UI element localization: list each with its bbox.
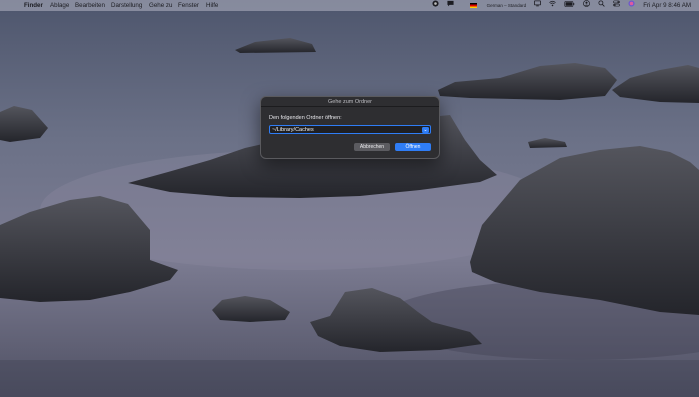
cancel-button[interactable]: Abbrechen bbox=[354, 143, 390, 151]
menu-gehe-zu[interactable]: Gehe zu bbox=[149, 0, 172, 11]
search-icon[interactable] bbox=[598, 0, 605, 11]
german-flag-icon bbox=[469, 3, 477, 9]
folder-path-field[interactable]: ~/Library/Caches ⌄ bbox=[269, 125, 431, 134]
wifi-icon[interactable] bbox=[549, 0, 557, 11]
record-icon[interactable] bbox=[432, 0, 439, 11]
dialog-prompt: Den folgenden Ordner öffnen: bbox=[269, 115, 342, 121]
control-center-icon[interactable] bbox=[613, 0, 621, 11]
clock[interactable]: Fri Apr 9 8:46 AM bbox=[643, 0, 691, 11]
siri-icon[interactable] bbox=[628, 0, 635, 11]
desktop-wallpaper bbox=[0, 0, 699, 397]
keyboard-layout-label: German – Standard bbox=[486, 3, 527, 8]
menu-darstellung[interactable]: Darstellung bbox=[111, 0, 142, 11]
menu-fenster[interactable]: Fenster bbox=[178, 0, 199, 11]
dialog-title: Gehe zum Ordner bbox=[327, 99, 373, 105]
dialog-title-divider bbox=[261, 106, 439, 107]
menu-app-finder[interactable]: Finder bbox=[24, 0, 43, 11]
go-to-folder-dialog: Gehe zum Ordner Den folgenden Ordner öff… bbox=[260, 96, 440, 159]
chat-icon[interactable] bbox=[447, 0, 454, 11]
keyboard-layout-menu[interactable]: German – Standard bbox=[462, 0, 527, 11]
menu-bar: Finder Ablage Bearbeiten Darstellung Geh… bbox=[0, 0, 699, 11]
battery-icon[interactable] bbox=[564, 0, 575, 11]
menu-hilfe[interactable]: Hilfe bbox=[206, 0, 218, 11]
menu-ablage[interactable]: Ablage bbox=[50, 0, 69, 11]
status-area: German – Standard Fri Apr 9 8:46 AM bbox=[424, 0, 691, 11]
chevron-down-icon[interactable]: ⌄ bbox=[422, 127, 429, 133]
open-button[interactable]: Öffnen bbox=[395, 143, 431, 151]
folder-path-value[interactable]: ~/Library/Caches bbox=[272, 126, 314, 134]
menu-bearbeiten[interactable]: Bearbeiten bbox=[75, 0, 105, 11]
user-icon[interactable] bbox=[583, 0, 591, 11]
display-icon[interactable] bbox=[534, 0, 542, 11]
